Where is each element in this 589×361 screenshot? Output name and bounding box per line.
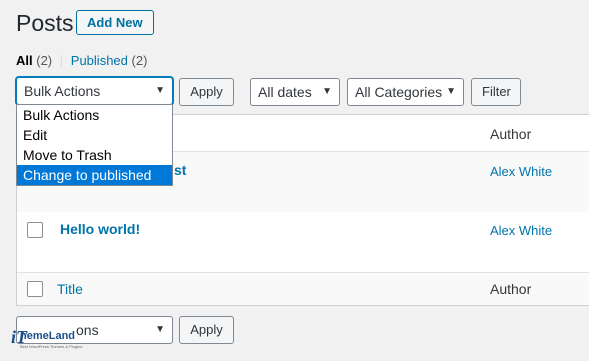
apply-button[interactable]: Apply bbox=[179, 78, 234, 106]
logo-brand: hemeLand bbox=[20, 330, 76, 342]
categories-filter-select[interactable]: All Categories ▼ bbox=[347, 78, 464, 106]
table-row: Hello world! Alex White bbox=[17, 212, 589, 272]
bulk-option-change-to-published[interactable]: Change to published bbox=[17, 165, 172, 185]
view-separator: | bbox=[59, 53, 64, 68]
row-checkbox[interactable] bbox=[27, 222, 43, 238]
view-published-link[interactable]: Published (2) bbox=[71, 53, 148, 68]
dates-filter-select[interactable]: All dates ▼ bbox=[250, 78, 340, 106]
themeland-watermark-logo: iT hemeLand Best WordPress Themes & Plug… bbox=[8, 326, 86, 356]
post-title-link[interactable]: Hello world! bbox=[60, 221, 140, 237]
view-all-count: (2) bbox=[36, 53, 53, 68]
filter-button[interactable]: Filter bbox=[471, 78, 521, 106]
view-published-count: (2) bbox=[131, 53, 148, 68]
table-footer: Title Author bbox=[17, 272, 589, 305]
logo-tagline: Best WordPress Themes & Plugins bbox=[20, 344, 83, 349]
add-new-button[interactable]: Add New bbox=[76, 10, 154, 35]
bottom-apply-button[interactable]: Apply bbox=[179, 316, 234, 344]
select-all-checkbox[interactable] bbox=[27, 281, 43, 297]
dropdown-arrow-icon: ▼ bbox=[446, 86, 456, 97]
post-status-filter: All (2) | Published (2) bbox=[16, 53, 147, 69]
bulk-option-bulk-actions[interactable]: Bulk Actions bbox=[17, 105, 172, 125]
page-title: Posts bbox=[16, 10, 74, 36]
column-title-sort-link[interactable]: Title bbox=[57, 281, 83, 297]
dropdown-arrow-icon: ▼ bbox=[322, 86, 332, 97]
bulk-option-move-to-trash[interactable]: Move to Trash bbox=[17, 145, 172, 165]
bulk-actions-select[interactable]: Bulk Actions ▼ bbox=[16, 77, 173, 105]
dropdown-arrow-icon: ▼ bbox=[155, 85, 165, 96]
post-author-link[interactable]: Alex White bbox=[490, 223, 552, 238]
bulk-option-edit[interactable]: Edit bbox=[17, 125, 172, 145]
post-title-link[interactable]: st bbox=[174, 162, 186, 178]
bulk-actions-dropdown: Bulk Actions Edit Move to Trash Change t… bbox=[16, 104, 173, 186]
column-author-header: Author bbox=[490, 126, 532, 142]
view-all-link[interactable]: All (2) bbox=[16, 53, 52, 68]
column-author-footer: Author bbox=[490, 281, 532, 297]
dropdown-arrow-icon: ▼ bbox=[155, 324, 165, 335]
post-author-link[interactable]: Alex White bbox=[490, 164, 552, 179]
